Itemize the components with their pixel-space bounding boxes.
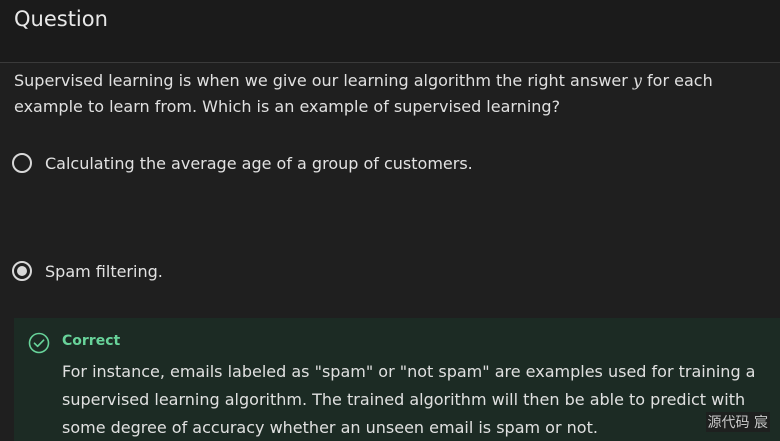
answer-option-spam-filtering[interactable]: Spam filtering. [12,257,163,285]
radio-button-unselected[interactable] [12,153,32,173]
question-variable: y [632,71,642,90]
answer-option-label: Calculating the average age of a group o… [45,153,473,173]
answer-option-average-age[interactable]: Calculating the average age of a group o… [12,149,473,177]
radio-selected-dot [17,266,27,276]
question-text-before: Supervised learning is when we give our … [14,71,633,90]
question-prompt: Supervised learning is when we give our … [14,68,774,120]
question-header: Question [0,0,780,63]
check-circle-icon [28,332,50,354]
radio-button-selected[interactable] [12,261,32,281]
answer-option-label: Spam filtering. [45,261,163,281]
feedback-panel: Correct For instance, emails labeled as … [14,318,780,441]
feedback-status: Correct [62,333,121,349]
feedback-explanation: For instance, emails labeled as "spam" o… [62,362,756,437]
watermark-text: 源代码 宸 [705,412,770,432]
quiz-page: Question Supervised learning is when we … [0,0,780,441]
page-title: Question [14,7,108,31]
